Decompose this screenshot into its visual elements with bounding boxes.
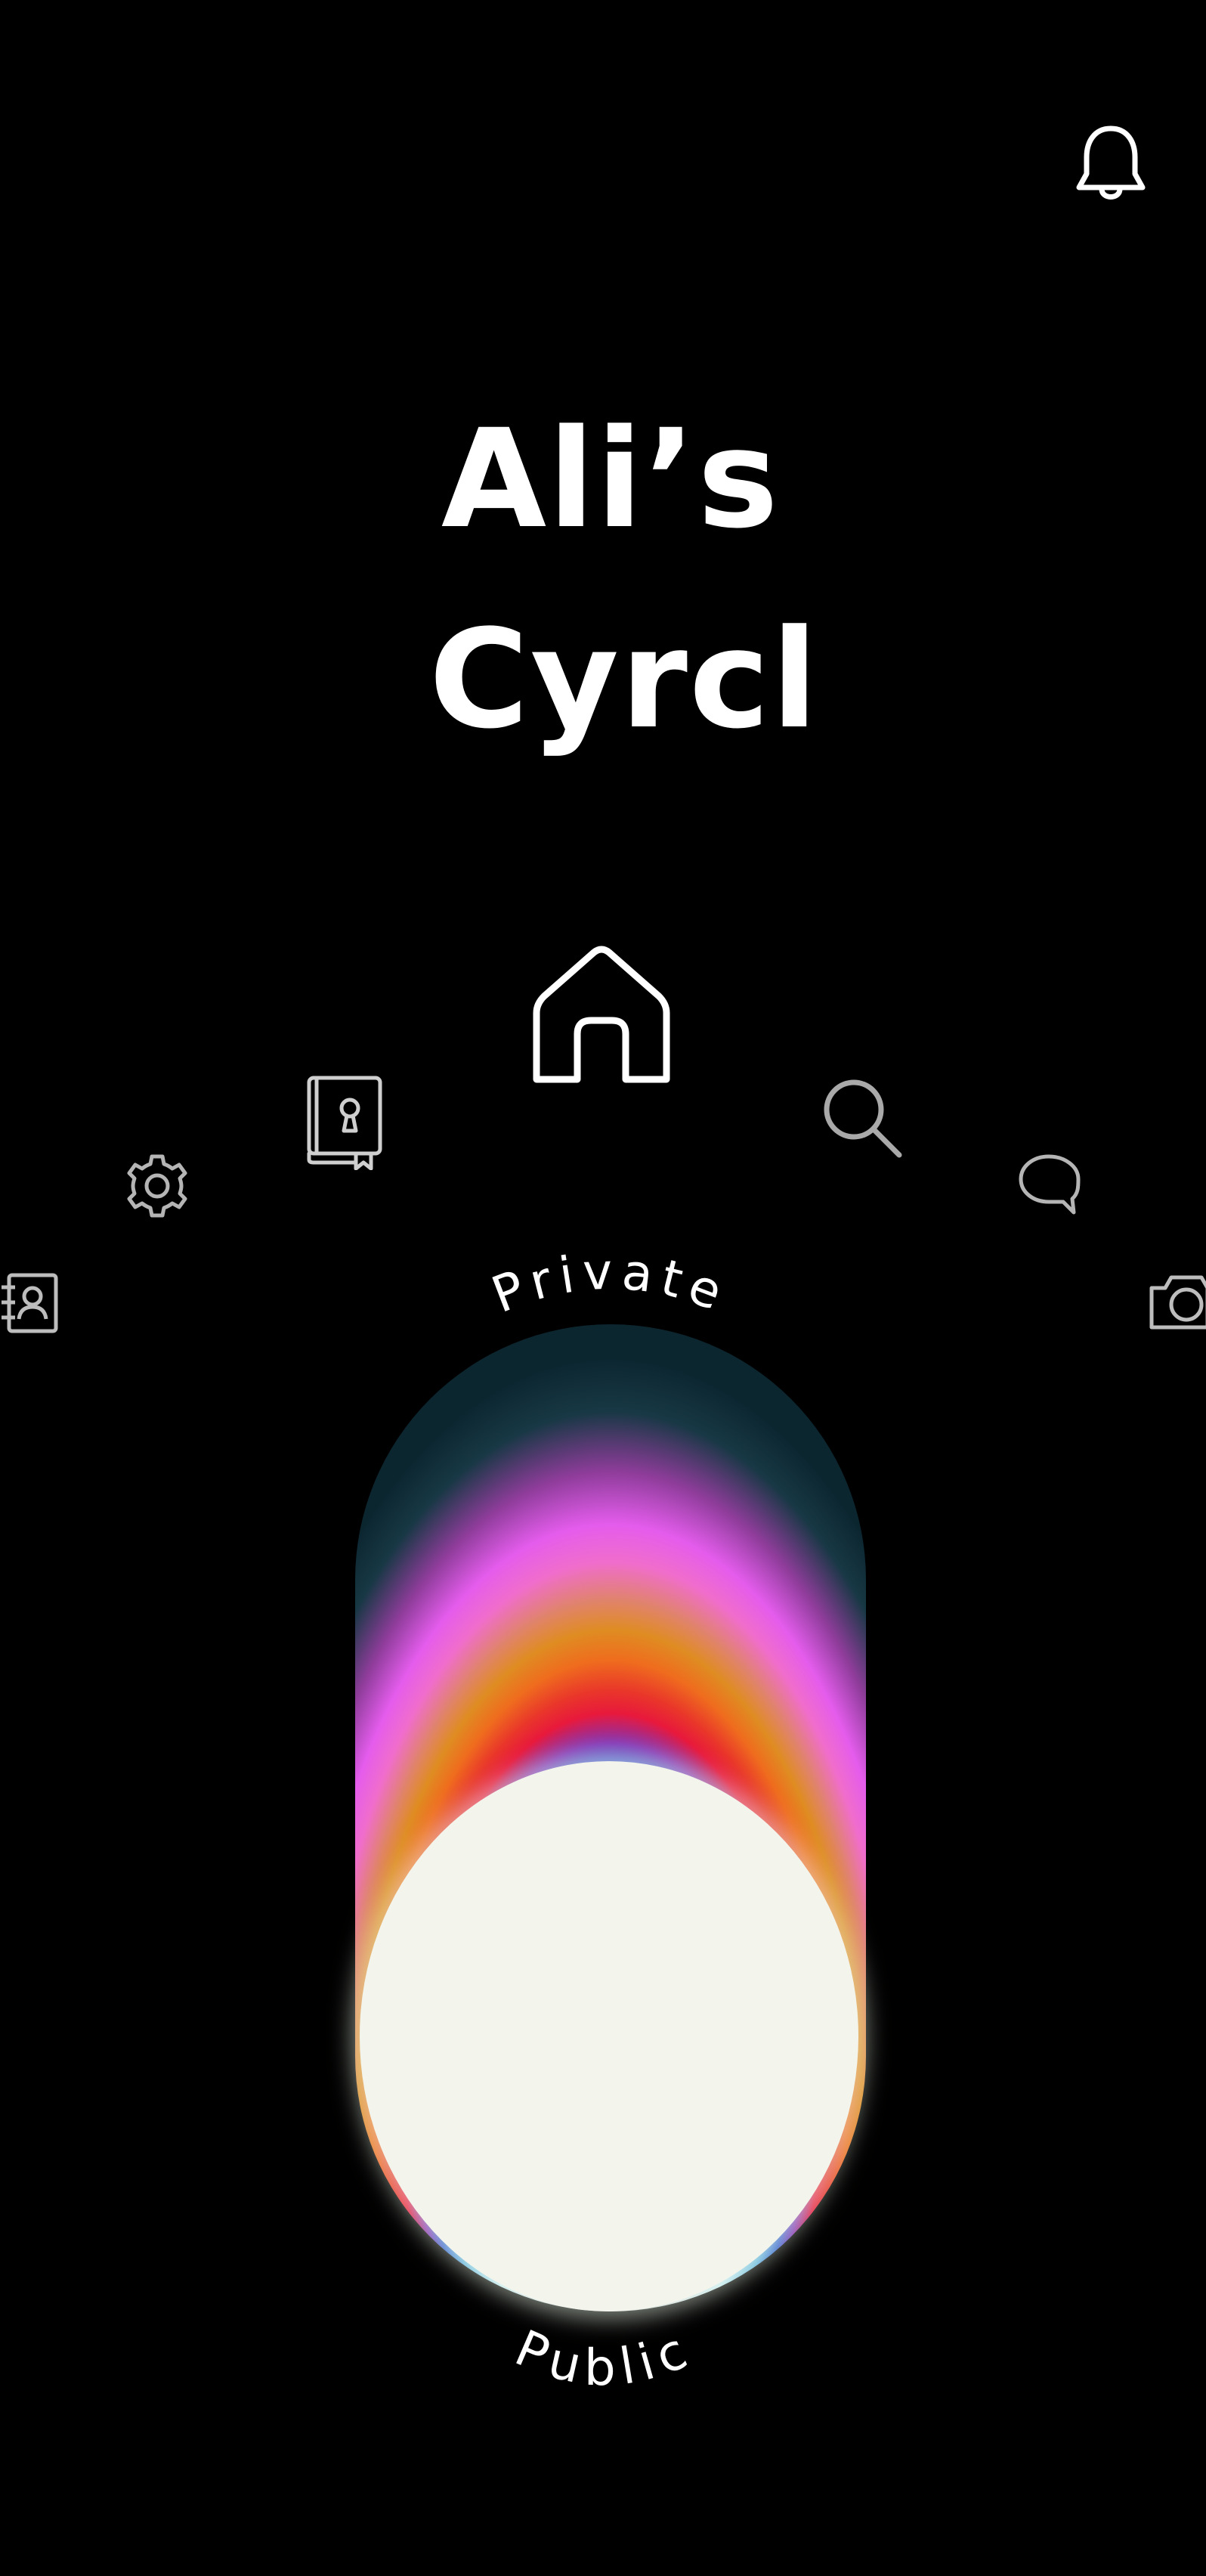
camera-icon[interactable]	[1147, 1270, 1206, 1332]
private-label[interactable]: Private	[484, 1242, 737, 1324]
page-title-line-1: Ali’s	[441, 401, 781, 559]
chat-bubble-icon[interactable]	[1016, 1152, 1081, 1217]
privacy-toggle-knob[interactable]	[360, 1761, 858, 2311]
contact-card-icon[interactable]	[0, 1272, 59, 1334]
locked-book-icon[interactable]	[306, 1073, 386, 1170]
bell-icon[interactable]	[1073, 121, 1149, 204]
public-label[interactable]: Public	[507, 2319, 702, 2397]
search-icon[interactable]	[821, 1076, 904, 1160]
gear-icon[interactable]	[123, 1152, 191, 1220]
page-title-line-2: Cyrcl	[428, 601, 820, 759]
home-icon[interactable]	[529, 945, 674, 1085]
